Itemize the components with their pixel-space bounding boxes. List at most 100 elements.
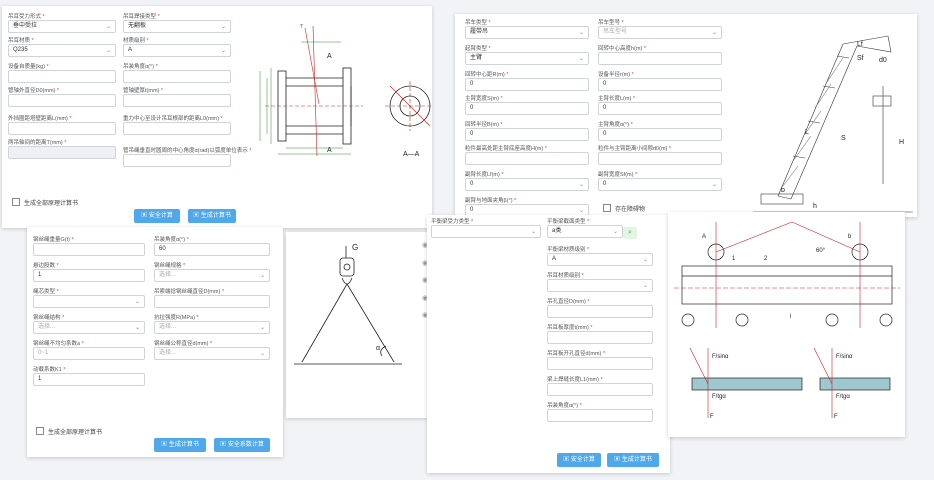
search-button[interactable]: ⌕ (623, 227, 637, 239)
p2-input-8[interactable]: 0 (465, 128, 589, 141)
p1-select-1[interactable]: 无翻板 ⌄ (123, 20, 231, 33)
p1-label-10: 两吊轴间的距离T(mm) * (8, 138, 66, 146)
p1-input-10[interactable] (8, 146, 116, 159)
p1-select-0[interactable]: 垂中受拉 ⌄ (8, 20, 116, 33)
crane-label-sf: Sf (857, 55, 864, 62)
p1-label-1: 吊耳焊接类型 * (123, 12, 160, 20)
calculator-icon: ▣ (614, 457, 622, 463)
p3-label-8: 钢丝绳不均匀系数a * (33, 339, 84, 347)
p1-select-2[interactable]: Q235 ⌄ (8, 44, 116, 57)
p2-input-9[interactable]: 0 (598, 128, 722, 141)
generate-all-label-rope: 生成全部原理计算书 (48, 430, 103, 436)
p2-select-12[interactable]: 0 ⌄ (465, 178, 589, 191)
p4-label-4: 吊孔直径D(mm) * (547, 297, 589, 305)
obstacle-label: 存在障碍物 (615, 207, 646, 213)
p1-label-6: 管轴外直径D0(mm) * (8, 86, 59, 94)
section-mark-a-top: A (327, 53, 332, 60)
p4-input-7[interactable] (547, 383, 653, 396)
p4-label-5: 吊耳板厚度t(mm) * (547, 323, 593, 331)
p2-input-7[interactable]: 0 (598, 102, 722, 115)
crane-label-small-h: h (813, 203, 817, 210)
chevron-down-icon: ⌄ (105, 48, 111, 54)
p1-label-2: 吊耳材质 * (8, 36, 34, 44)
p3-label-0: 钢丝绳重量G(t) * (33, 235, 74, 243)
generate-all-checkbox-rope[interactable] (36, 427, 44, 435)
p4-select-3[interactable]: ⌄ (547, 279, 653, 292)
p4-input-6[interactable] (547, 357, 653, 370)
p2-select-2[interactable]: 主臂 ⌄ (465, 52, 589, 65)
p1-input-11[interactable] (123, 154, 231, 167)
crane-label-d0: d0 (879, 57, 887, 64)
p1-select-3[interactable]: A ⌄ (123, 44, 231, 57)
p2-input-3[interactable] (598, 52, 722, 65)
generate-all-checkbox[interactable] (12, 198, 20, 206)
p1-label-9: 重力中心至设计吊耳根部的距离L0(mm) * (123, 114, 223, 122)
p3-select-9[interactable]: 选择... ⌄ (154, 347, 270, 360)
p2-value-5: 0 (603, 81, 607, 87)
p1-label-8: 外挡圈距塔壁距离L(mm) * (8, 114, 72, 122)
p4-select-0[interactable]: ⌄ (431, 225, 541, 238)
beam-panel: 平衡梁受力类型 * ⌄ 平衡梁截面类型 * a类 ⌄ 平衡梁材质级别 * A ⌄ 吊耳材质级别 … (427, 215, 670, 473)
force-label-f-2: F (834, 414, 838, 420)
p4-input-8[interactable] (547, 409, 653, 422)
p1-label-11: 管吊绳垂直时圆周的中心角度α(rad)以弧度单位表示 * (123, 146, 251, 154)
obstacle-checkbox[interactable] (603, 204, 611, 212)
p2-input-11[interactable] (598, 152, 722, 165)
p2-input-5[interactable]: 0 (598, 78, 722, 91)
calculator-icon: ▣ (193, 213, 201, 219)
generate-report-button-rope[interactable]: ▣ 生成计算书 (154, 438, 206, 452)
p2-select-0[interactable]: 履带吊 ⌄ (465, 26, 589, 39)
chevron-down-icon: ⌄ (711, 182, 717, 188)
p4-select-2[interactable]: A ⌄ (547, 253, 653, 266)
p1-input-8[interactable] (8, 122, 116, 135)
p1-input-5[interactable] (123, 70, 231, 83)
p4-input-5[interactable] (547, 331, 653, 344)
generate-report-button[interactable]: ▣ 生成计算书 (188, 209, 236, 223)
p2-label-7: 主臂长度L(m) * (598, 94, 635, 102)
p3-label-7: 抗拉强度R(MPa) * (154, 313, 199, 321)
p1-value-1: 无翻板 (128, 23, 147, 29)
p2-input-4[interactable]: 0 (465, 78, 589, 91)
force-label-sin-1: F/sinα (712, 354, 729, 360)
p2-label-1: 吊车型号 * (598, 18, 624, 26)
p2-input-10[interactable] (465, 152, 589, 165)
p2-select-13[interactable]: 0 ⌄ (598, 178, 722, 191)
p3-input-1[interactable]: 60 (154, 243, 270, 256)
safety-calc-button[interactable]: ▣ 安全计算 (134, 209, 180, 223)
p2-value-6: 0 (470, 105, 474, 111)
safety-factor-button[interactable]: ▣ 安全系数计算 (214, 438, 270, 452)
p3-value-3: 选择... (159, 272, 177, 278)
p3-value-10: 1 (38, 376, 42, 382)
safety-calc-button-beam[interactable]: ▣ 安全计算 (557, 453, 601, 467)
t-label: T (300, 24, 303, 30)
p1-input-9[interactable] (123, 122, 231, 135)
p2-select-1[interactable]: 吊车型号 ⌄ (598, 26, 722, 39)
section-label: A—A (403, 151, 420, 158)
p2-input-6[interactable]: 0 (465, 102, 589, 115)
p3-input-0[interactable] (33, 243, 145, 256)
p3-input-2[interactable]: 1 (33, 269, 145, 282)
generate-report-button-beam[interactable]: ▣ 生成计算书 (607, 453, 659, 467)
p3-select-3[interactable]: 选择... ⌄ (154, 269, 270, 282)
p3-label-10: 动载系数K1 * (33, 365, 65, 373)
p4-input-4[interactable] (547, 305, 653, 318)
p2-label-11: 粒件与主臂距离小间隙d0(m) * (598, 144, 671, 152)
p3-select-6[interactable]: 选择... ⌄ (33, 321, 145, 334)
p3-input-5[interactable] (154, 295, 270, 308)
p1-input-6[interactable] (8, 94, 116, 107)
p1-input-7[interactable] (123, 94, 231, 107)
p3-value-2: 1 (38, 272, 42, 278)
p3-select-7[interactable]: 选择... ⌄ (154, 321, 270, 334)
force-label-sin-2: F/sinα (836, 354, 853, 360)
beam-diagram-panel: A 1 2 60° b l F/sinα F/tgα F F/sinα F/tg… (668, 212, 905, 437)
p3-select-4[interactable]: ⌄ (33, 295, 145, 308)
p1-input-4[interactable] (8, 70, 116, 83)
calculator-icon: ▣ (161, 442, 169, 448)
beam-label-60: 60° (816, 248, 826, 254)
p4-select-1[interactable]: a类 ⌄ (547, 225, 623, 238)
p3-input-8[interactable]: 0~1 (33, 347, 145, 360)
p2-value-2: 主臂 (470, 55, 483, 61)
p2-label-10: 粒件最高处距主臂底座高度H(m) * (465, 144, 547, 152)
p3-input-10[interactable]: 1 (33, 373, 145, 386)
chevron-down-icon: ⌄ (105, 24, 111, 30)
